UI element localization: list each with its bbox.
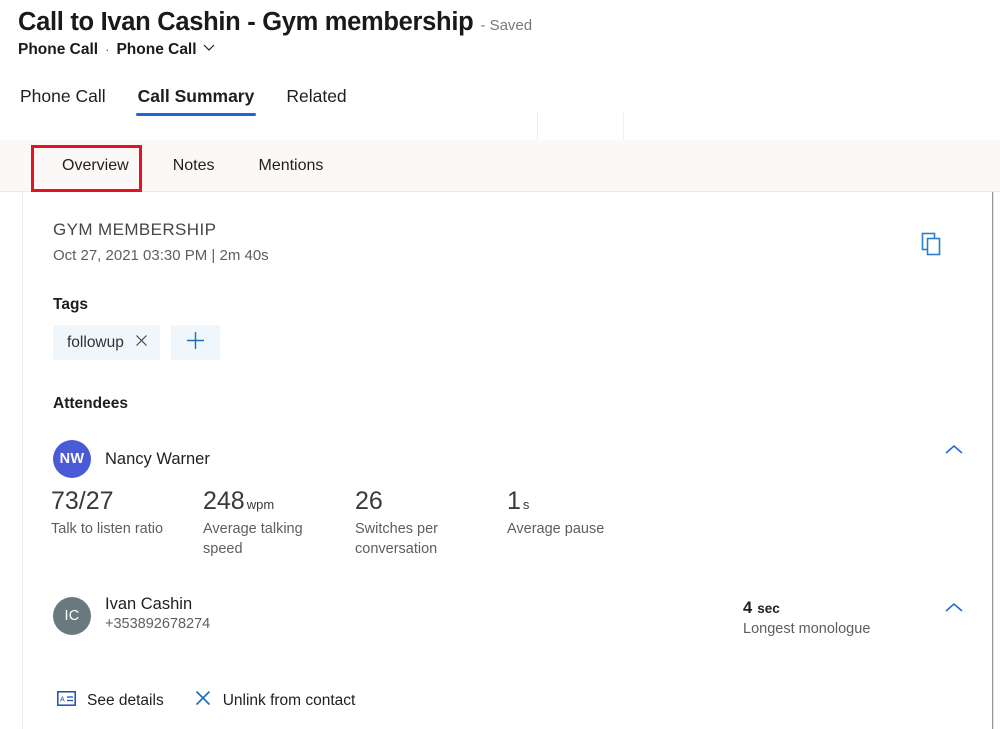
tag-label: followup xyxy=(67,334,124,352)
metric-average-talking-speed: 248 wpm Average talking speed xyxy=(203,487,355,559)
metric-caption: Average pause xyxy=(507,520,631,540)
tag-list: followup xyxy=(53,325,220,360)
call-summary-header: GYM MEMBERSHIP Oct 27, 2021 03:30 PM | 2… xyxy=(53,220,269,264)
divider-line-1 xyxy=(537,112,538,140)
avatar: NW xyxy=(53,440,91,478)
metric-unit: s xyxy=(523,497,530,512)
see-details-label: See details xyxy=(87,692,164,710)
title-line: Call to Ivan Cashin - Gym membership - S… xyxy=(18,8,978,37)
attendee-actions: A See details Unlink from contact xyxy=(57,689,355,712)
sub-tab-list: Overview Notes Mentions xyxy=(40,140,345,192)
attendee-name: Nancy Warner xyxy=(105,450,210,469)
attendee-nancy-warner: NW Nancy Warner xyxy=(53,437,965,481)
attendee-ivan-cashin: IC Ivan Cashin +353892678274 4 sec Longe… xyxy=(53,595,965,635)
copy-icon[interactable] xyxy=(921,232,943,256)
metric-caption: Talk to listen ratio xyxy=(51,520,175,540)
saved-status: - Saved xyxy=(480,17,532,34)
entity-type-label: Phone Call xyxy=(18,41,98,59)
metric-value: 26 xyxy=(355,487,383,516)
attendee-metrics: 73/27 Talk to listen ratio 248 wpm Avera… xyxy=(51,487,659,559)
header-divider-strip xyxy=(0,112,1000,140)
tag-chip-followup[interactable]: followup xyxy=(53,325,160,360)
chevron-up-icon[interactable] xyxy=(943,601,965,615)
subtab-notes[interactable]: Notes xyxy=(151,140,237,192)
tags-section-label: Tags xyxy=(53,296,88,314)
metric-value: 248 xyxy=(203,487,245,516)
see-details-button[interactable]: A See details xyxy=(57,691,164,711)
form-selector[interactable]: Phone Call xyxy=(116,40,215,59)
attendee-identity: Ivan Cashin +353892678274 xyxy=(105,595,210,632)
contact-card-icon: A xyxy=(57,691,76,711)
metric-caption: Switches per conversation xyxy=(355,520,479,559)
close-icon[interactable] xyxy=(135,334,148,351)
page-title: Call to Ivan Cashin - Gym membership xyxy=(18,8,473,37)
metric-average-pause: 1 s Average pause xyxy=(507,487,659,559)
unlink-label: Unlink from contact xyxy=(223,692,356,710)
record-header: Call to Ivan Cashin - Gym membership - S… xyxy=(18,8,978,59)
sub-tab-bar: Overview Notes Mentions xyxy=(0,140,1000,192)
vertical-scrollbar[interactable] xyxy=(992,192,993,729)
metric-talk-to-listen-ratio: 73/27 Talk to listen ratio xyxy=(51,487,203,559)
redaction-block-6 xyxy=(53,716,95,729)
chevron-down-icon xyxy=(202,40,216,59)
metric-unit: wpm xyxy=(247,497,274,512)
chevron-up-icon[interactable] xyxy=(943,443,965,457)
metric-value: 73/27 xyxy=(51,487,114,516)
metric-value: 1 xyxy=(507,487,521,516)
avatar: IC xyxy=(53,597,91,635)
attendee-row: IC Ivan Cashin +353892678274 4 sec Longe… xyxy=(53,595,965,635)
unlink-from-contact-button[interactable]: Unlink from contact xyxy=(194,689,356,712)
metric-value: 4 xyxy=(743,599,752,618)
divider-line-2 xyxy=(623,112,624,140)
svg-text:A: A xyxy=(60,696,65,703)
add-tag-button[interactable] xyxy=(171,325,220,360)
unlink-close-icon xyxy=(194,689,212,712)
attendee-row: NW Nancy Warner xyxy=(53,437,965,481)
metric-caption: Average talking speed xyxy=(203,520,327,559)
breadcrumb: Phone Call · Phone Call xyxy=(18,40,978,59)
attendee-phone: +353892678274 xyxy=(105,616,210,632)
breadcrumb-separator: · xyxy=(105,42,109,57)
subtab-overview[interactable]: Overview xyxy=(40,140,151,192)
metric-longest-monologue: 4 sec Longest monologue xyxy=(743,599,870,637)
call-subject: GYM MEMBERSHIP xyxy=(53,220,269,240)
attendees-section-label: Attendees xyxy=(53,395,128,413)
subtab-mentions[interactable]: Mentions xyxy=(236,140,345,192)
form-selector-label: Phone Call xyxy=(116,41,196,59)
overview-panel: GYM MEMBERSHIP Oct 27, 2021 03:30 PM | 2… xyxy=(22,192,994,729)
attendee-name: Ivan Cashin xyxy=(105,595,210,614)
plus-icon xyxy=(186,331,205,355)
metric-switches-per-conversation: 26 Switches per conversation xyxy=(355,487,507,559)
call-timestamp-duration: Oct 27, 2021 03:30 PM | 2m 40s xyxy=(53,247,269,264)
metric-unit: sec xyxy=(757,601,780,616)
metric-caption: Longest monologue xyxy=(743,621,870,637)
